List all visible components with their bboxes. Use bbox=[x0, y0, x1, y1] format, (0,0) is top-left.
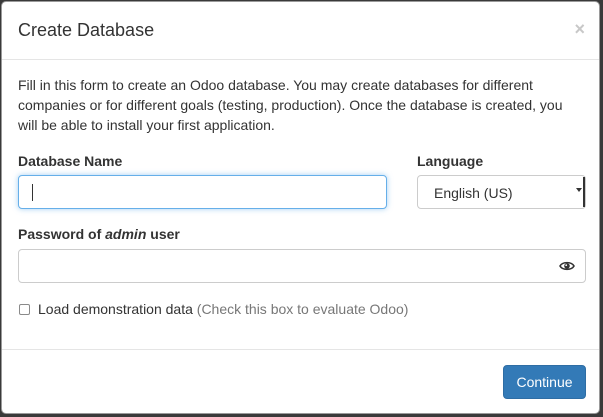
demo-data-hint: (Check this box to evaluate Odoo) bbox=[196, 301, 409, 317]
demo-data-text: Load demonstration data bbox=[38, 301, 193, 317]
text-caret bbox=[32, 184, 33, 201]
password-label-suffix: user bbox=[146, 226, 180, 242]
demo-data-checkbox[interactable] bbox=[19, 304, 30, 315]
select-edge bbox=[583, 177, 585, 207]
database-name-label: Database Name bbox=[18, 153, 123, 169]
footer-divider bbox=[2, 349, 599, 350]
close-button[interactable]: × bbox=[574, 20, 585, 38]
language-select[interactable]: English (US) bbox=[417, 175, 586, 209]
dialog-title: Create Database bbox=[18, 20, 155, 40]
password-input[interactable] bbox=[18, 249, 586, 283]
password-label-prefix: Password of bbox=[18, 226, 106, 242]
password-label-user: admin bbox=[105, 226, 147, 242]
language-label: Language bbox=[417, 153, 484, 169]
chevron-down-icon bbox=[576, 188, 582, 192]
password-label: Password of admin user bbox=[18, 225, 180, 243]
dialog-header: Create Database × bbox=[2, 2, 599, 60]
language-selected: English (US) bbox=[434, 185, 513, 201]
demo-data-label[interactable]: Load demonstration data (Check this box … bbox=[38, 300, 408, 318]
continue-button[interactable]: Continue bbox=[503, 365, 586, 399]
intro-text: Fill in this form to create an Odoo data… bbox=[18, 77, 563, 133]
create-database-dialog: Create Database × Fill in this form to c… bbox=[1, 1, 600, 414]
database-name-input[interactable] bbox=[18, 175, 387, 209]
eye-icon[interactable] bbox=[559, 259, 575, 273]
